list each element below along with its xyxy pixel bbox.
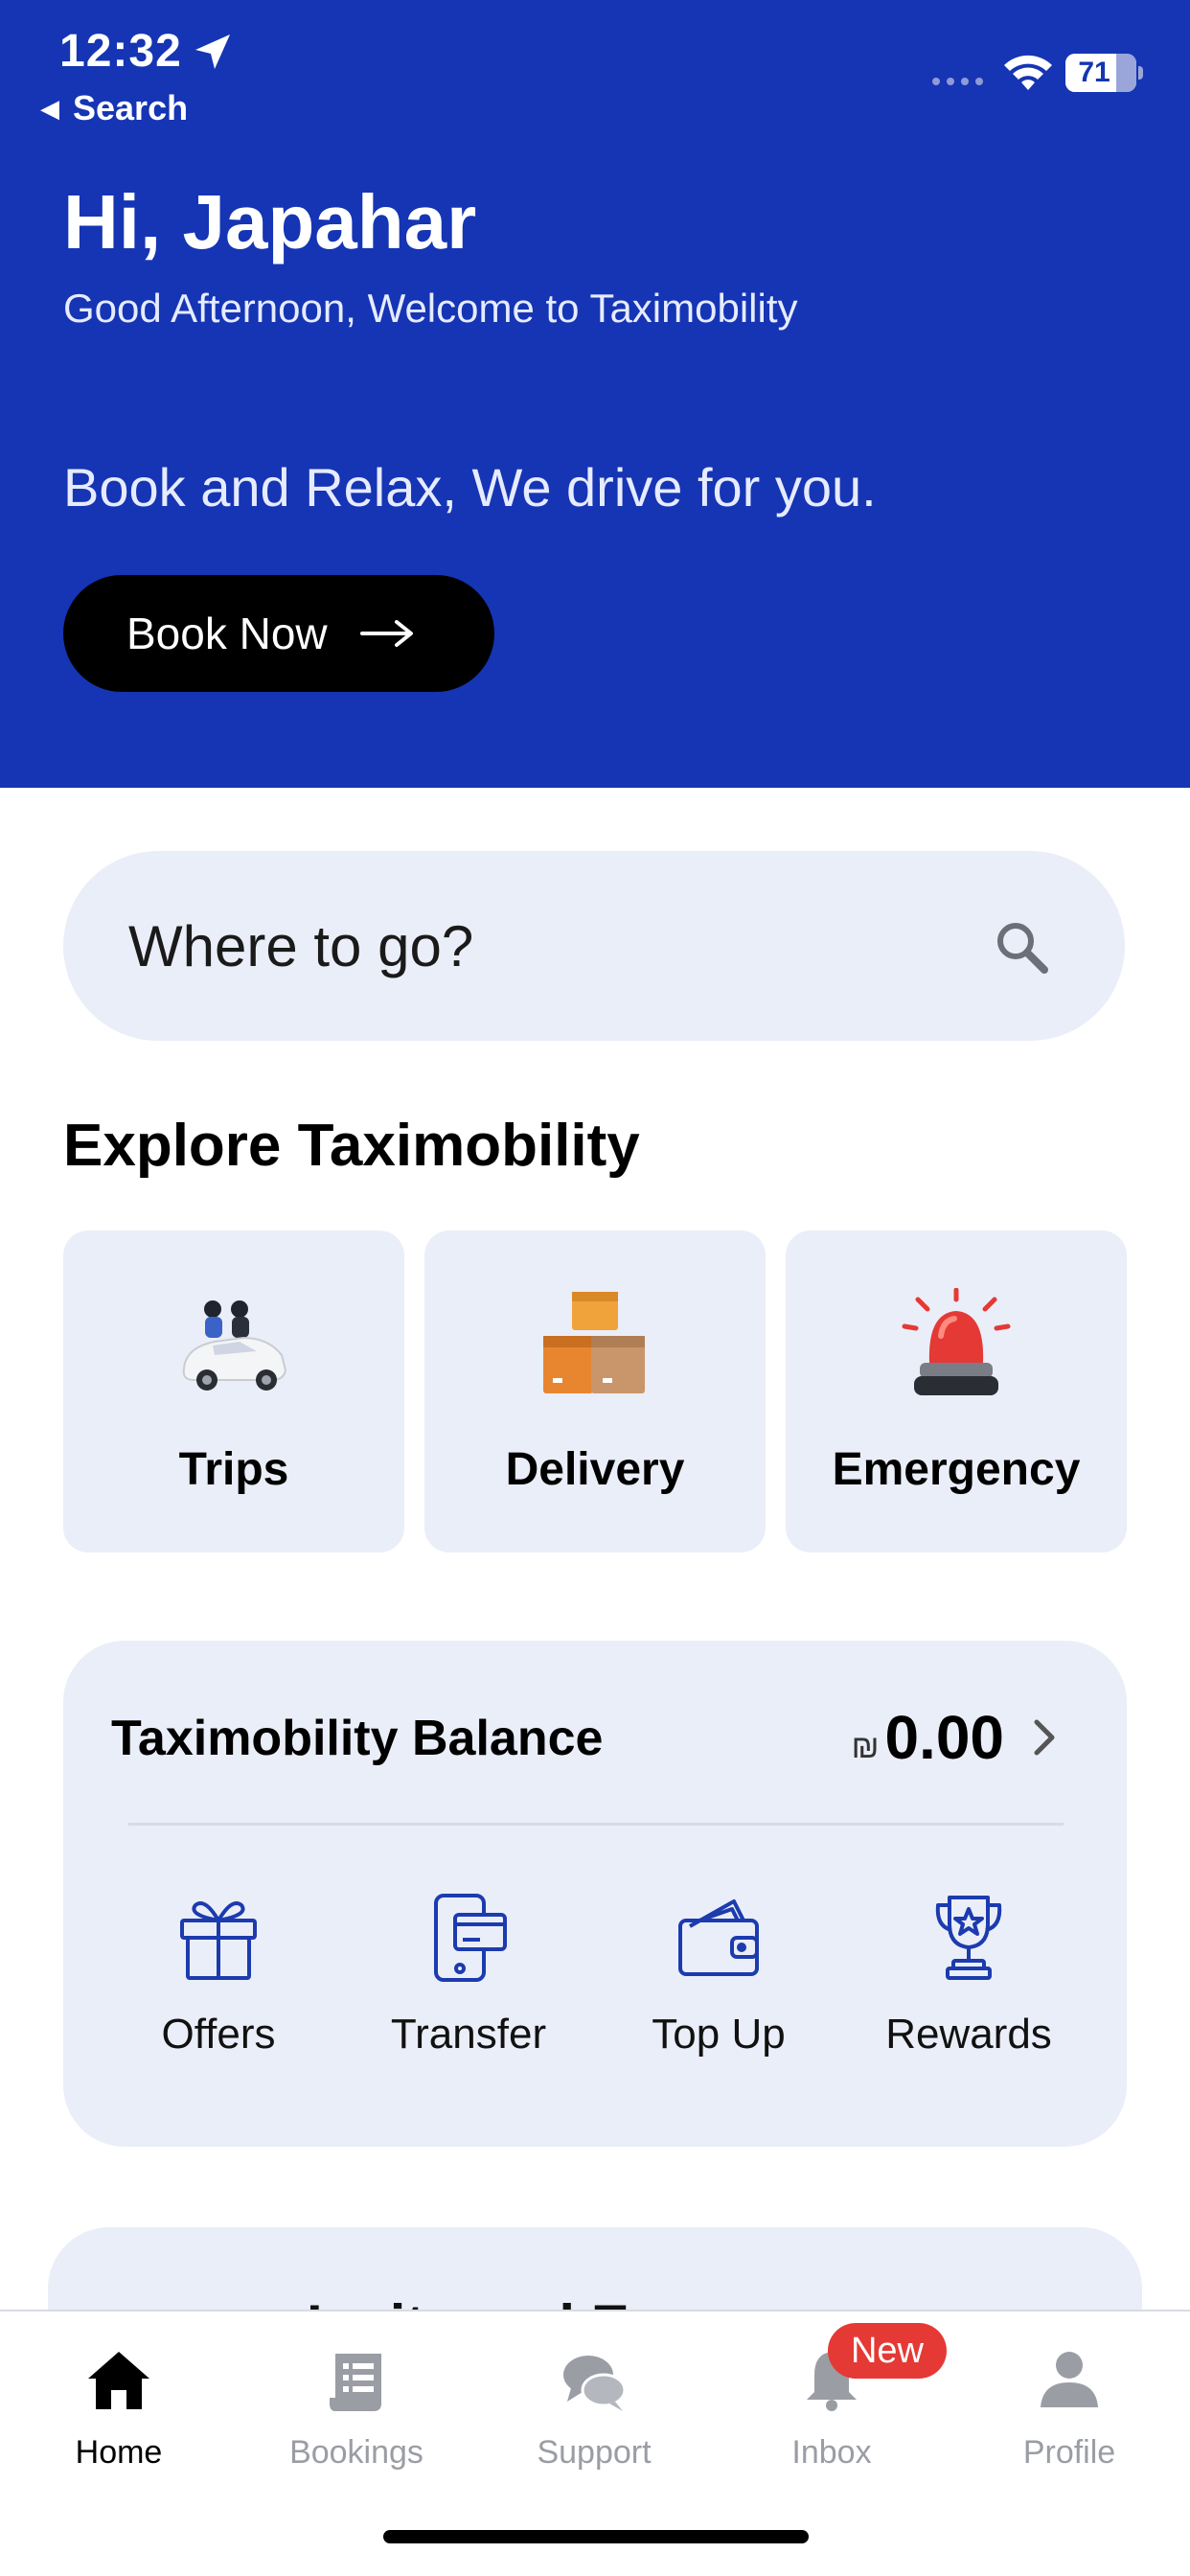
rewards-button[interactable]: Rewards (844, 1892, 1093, 2083)
siren-icon (902, 1288, 1011, 1395)
rewards-label: Rewards (885, 2011, 1052, 2058)
phone-card-icon (434, 1894, 507, 1982)
transfer-button[interactable]: Transfer (344, 1892, 593, 2083)
home-icon (88, 2352, 149, 2409)
tile-emergency[interactable]: Emergency (786, 1230, 1127, 1552)
location-arrow-icon (195, 34, 230, 69)
back-label: Search (73, 88, 189, 127)
search-placeholder: Where to go? (128, 913, 474, 978)
offers-button[interactable]: Offers (94, 1892, 343, 2083)
top-up-button[interactable]: Top Up (594, 1892, 843, 2083)
divider (128, 1823, 1064, 1826)
book-now-button[interactable]: Book Now (63, 575, 494, 692)
gift-icon (180, 1901, 257, 1980)
search-input[interactable]: Where to go? (63, 851, 1125, 1041)
tab-label: Inbox (791, 2434, 872, 2471)
explore-tiles: Trips Delivery Emergency (63, 1230, 1127, 1552)
transfer-label: Transfer (390, 2011, 547, 2058)
battery-indicator: 71 (1065, 54, 1144, 92)
inbox-new-badge: New (828, 2323, 947, 2379)
currency-symbol: ₪ (851, 1728, 880, 1765)
arrow-right-icon (359, 620, 413, 647)
tab-home[interactable]: Home (0, 2338, 238, 2492)
chevron-right-icon (1034, 1719, 1055, 1756)
tagline: Book and Relax, We drive for you. (63, 457, 877, 518)
book-now-label: Book Now (126, 609, 328, 658)
wifi-icon (1004, 55, 1052, 90)
boxes-icon (543, 1292, 645, 1393)
greeting-subtitle: Good Afternoon, Welcome to Taximobility (63, 286, 798, 331)
tab-label: Bookings (289, 2434, 423, 2471)
car-with-passengers-icon (182, 1300, 287, 1391)
top-up-label: Top Up (652, 2011, 786, 2058)
offers-label: Offers (161, 2011, 276, 2058)
balance-amount: 0.00 (884, 1703, 1004, 1772)
search-icon[interactable] (993, 918, 1050, 976)
tile-delivery[interactable]: Delivery (424, 1230, 766, 1552)
bookings-icon (330, 2354, 381, 2411)
tab-profile[interactable]: Profile (950, 2338, 1188, 2492)
tile-trips[interactable]: Trips (63, 1230, 404, 1552)
balance-card: Taximobility Balance ₪ 0.00 Offers Trans… (63, 1641, 1127, 2147)
hero-header: 12:32 ◀ Search 71 Hi, Japahar Good Aftern… (0, 0, 1190, 788)
back-triangle-icon: ◀ (40, 94, 59, 123)
tab-bookings[interactable]: Bookings (238, 2338, 475, 2492)
balance-title: Taximobility Balance (111, 1711, 604, 1766)
tile-label: Emergency (832, 1444, 1081, 1495)
person-icon (1041, 2352, 1098, 2407)
tab-label: Profile (1022, 2434, 1116, 2471)
chat-bubbles-icon (563, 2356, 627, 2411)
explore-section-title: Explore Taximobility (63, 1113, 640, 1179)
greeting-title: Hi, Japahar (63, 179, 477, 264)
balance-amount-link[interactable]: ₪ 0.00 (852, 1702, 1058, 1773)
tab-label: Home (75, 2434, 163, 2471)
back-to-search-link[interactable]: ◀ Search (40, 88, 188, 128)
tab-label: Support (537, 2434, 652, 2471)
tile-label: Trips (178, 1444, 289, 1495)
home-indicator (383, 2530, 809, 2543)
cellular-signal-icon (932, 78, 983, 85)
tab-support[interactable]: Support (475, 2338, 713, 2492)
tile-label: Delivery (505, 1444, 685, 1495)
wallet-icon (678, 1899, 759, 1976)
status-time: 12:32 (59, 26, 182, 77)
battery-percent: 71 (1078, 57, 1110, 88)
trophy-icon (935, 1896, 1002, 1980)
